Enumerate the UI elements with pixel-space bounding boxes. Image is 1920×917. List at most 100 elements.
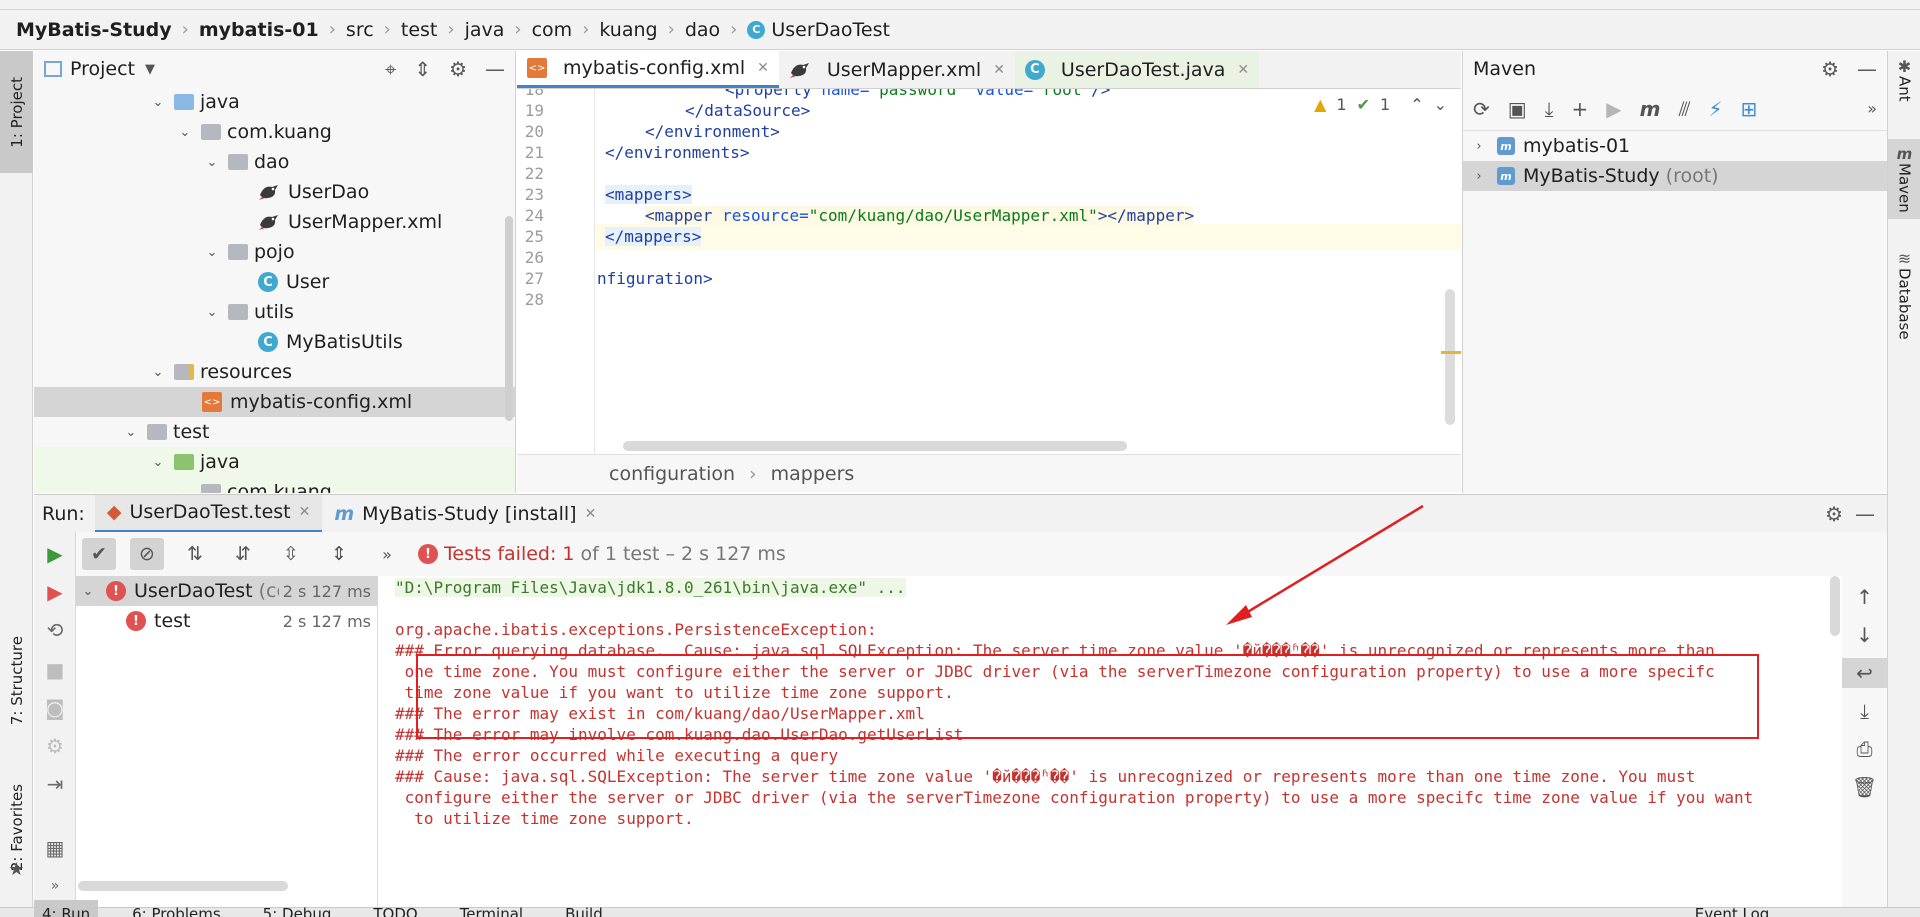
rerun-icon[interactable]: ▶ bbox=[34, 538, 76, 570]
expand-all-icon[interactable]: ⇳ bbox=[274, 538, 308, 570]
chevron-down-icon[interactable]: ⌄ bbox=[78, 584, 98, 599]
tree-item[interactable]: ⌄ java bbox=[34, 447, 515, 477]
tab-database[interactable]: ≋ Database bbox=[1888, 249, 1920, 340]
more-icon[interactable]: » bbox=[34, 870, 76, 902]
close-icon[interactable]: ✕ bbox=[585, 506, 597, 522]
tree-item[interactable]: UserDao bbox=[34, 177, 515, 207]
bottom-tab-problems[interactable]: 6: Problems bbox=[124, 900, 229, 917]
bottom-tab-event-log[interactable]: Event Log bbox=[1687, 900, 1778, 917]
code-editor[interactable]: 18 19 20 21 22 23 24 25 26 27 28 <proper… bbox=[517, 89, 1461, 454]
chevron-down-icon[interactable]: ⌄ bbox=[148, 455, 168, 470]
test-case-row[interactable]: ! test 2 s 127 ms bbox=[76, 606, 377, 636]
chevron-down-icon[interactable]: ⌄ bbox=[121, 425, 141, 440]
editor-crumb-mappers[interactable]: mappers bbox=[771, 463, 855, 485]
print-icon[interactable]: ⎙ bbox=[1842, 734, 1887, 764]
soft-wrap-icon[interactable]: ↩ bbox=[1842, 658, 1887, 688]
scroll-to-end-icon[interactable]: ⤓ bbox=[1842, 696, 1887, 726]
tree-item[interactable]: ⌄ dao bbox=[34, 147, 515, 177]
crumb-java[interactable]: java bbox=[465, 19, 505, 41]
show-dependencies-icon[interactable]: ⊞ bbox=[1740, 97, 1757, 121]
run-icon[interactable]: ▶ bbox=[1606, 97, 1621, 121]
stop-icon[interactable]: ■ bbox=[34, 654, 76, 686]
tree-item[interactable]: ⌄ pojo bbox=[34, 237, 515, 267]
locate-icon[interactable]: ⌖ bbox=[385, 57, 396, 81]
maven-project-item[interactable]: › m mybatis-01 bbox=[1463, 131, 1887, 161]
star-icon[interactable]: ★ bbox=[0, 856, 33, 882]
project-view-selector[interactable]: Project bbox=[70, 58, 135, 80]
chevron-down-icon[interactable]: ⌄ bbox=[148, 95, 168, 110]
console-output[interactable]: "D:\Program Files\Java\jdk1.8.0_261\bin\… bbox=[379, 576, 1842, 907]
tree-item[interactable]: ⌄ resources bbox=[34, 357, 515, 387]
gear-icon[interactable]: ⚙ bbox=[1821, 57, 1839, 81]
tab-user-mapper[interactable]: UserMapper.xml ✕ bbox=[779, 51, 1015, 88]
tab-project[interactable]: 1: Project bbox=[0, 51, 33, 173]
minimize-icon[interactable]: — bbox=[485, 57, 505, 81]
crumb-project[interactable]: MyBatis-Study bbox=[16, 19, 172, 41]
run-tab-user-dao-test[interactable]: ◆ UserDaoTest.test ✕ bbox=[94, 494, 323, 533]
tree-item[interactable]: ⌄ java bbox=[34, 87, 515, 117]
minimize-icon[interactable]: — bbox=[1855, 502, 1875, 526]
tree-item[interactable]: ⌄ utils bbox=[34, 297, 515, 327]
chevron-down-icon[interactable]: ⌄ bbox=[1434, 95, 1447, 114]
crumb-dao[interactable]: dao bbox=[685, 19, 720, 41]
chevron-down-icon[interactable]: ⌄ bbox=[202, 155, 222, 170]
arrow-down-icon[interactable]: ↓ bbox=[1842, 620, 1887, 650]
close-icon[interactable]: ✕ bbox=[993, 62, 1005, 78]
tree-item[interactable]: ⌄ com.kuang bbox=[34, 117, 515, 147]
add-icon[interactable]: + bbox=[1572, 97, 1589, 121]
generate-sources-icon[interactable]: ▣ bbox=[1508, 97, 1527, 121]
editor-crumb-configuration[interactable]: configuration bbox=[609, 463, 735, 485]
collapse-all-icon[interactable]: ⇕ bbox=[414, 57, 431, 81]
reload-icon[interactable]: ⟳ bbox=[1473, 97, 1490, 121]
chevron-down-icon[interactable]: ▼ bbox=[145, 62, 155, 77]
tab-user-dao-test[interactable]: C UserDaoTest.java ✕ bbox=[1014, 51, 1260, 88]
gear-icon[interactable]: ⚙ bbox=[449, 57, 467, 81]
skip-tests-icon[interactable]: ⚡ bbox=[1708, 97, 1722, 121]
tree-item[interactable]: ⌄ com.kuang bbox=[34, 477, 515, 493]
tree-item[interactable]: C User bbox=[34, 267, 515, 297]
console-scrollbar[interactable] bbox=[1830, 576, 1840, 636]
inspection-widget[interactable]: ▲ 1 ✔ 1 ⌃ ⌄ bbox=[1314, 95, 1447, 114]
chevron-up-icon[interactable]: ⌃ bbox=[1410, 95, 1423, 114]
chevron-down-icon[interactable]: ⌄ bbox=[148, 365, 168, 380]
show-passed-icon[interactable]: ✔ bbox=[82, 538, 116, 570]
run-tab-maven-install[interactable]: m MyBatis-Study [install] ✕ bbox=[322, 495, 608, 533]
crumb-module[interactable]: mybatis-01 bbox=[199, 19, 319, 41]
maven-project-item-selected[interactable]: › m MyBatis-Study (root) bbox=[1463, 161, 1887, 191]
crumb-class[interactable]: C UserDaoTest bbox=[747, 19, 890, 41]
bottom-tab-terminal[interactable]: Terminal bbox=[452, 900, 531, 917]
show-ignored-icon[interactable]: ⊘ bbox=[130, 538, 164, 570]
crumb-src[interactable]: src bbox=[346, 19, 374, 41]
collapse-all-icon[interactable]: ⇕ bbox=[322, 538, 356, 570]
chevron-right-icon[interactable]: › bbox=[1469, 139, 1489, 154]
tab-ant[interactable]: ✱ Ant bbox=[1888, 57, 1920, 102]
tab-maven[interactable]: m Maven bbox=[1888, 139, 1920, 219]
bottom-tab-debug[interactable]: 5: Debug bbox=[255, 900, 340, 917]
gear-icon[interactable]: ⚙ bbox=[1825, 502, 1843, 526]
execute-goal-icon[interactable]: m bbox=[1640, 97, 1661, 121]
more-icon[interactable]: » bbox=[1867, 99, 1877, 118]
tree-item-selected[interactable]: <> mybatis-config.xml bbox=[34, 387, 515, 417]
chevron-down-icon[interactable]: ⌄ bbox=[175, 485, 195, 494]
arrow-up-icon[interactable]: ↑ bbox=[1842, 582, 1887, 612]
editor-vertical-scrollbar[interactable] bbox=[1445, 289, 1455, 425]
bottom-tab-build[interactable]: Build bbox=[557, 900, 611, 917]
more-icon[interactable]: » bbox=[370, 538, 404, 570]
camera-icon[interactable]: ◙ bbox=[34, 692, 76, 724]
close-icon[interactable]: ✕ bbox=[299, 504, 311, 520]
trash-icon[interactable]: 🗑 bbox=[1842, 772, 1887, 802]
close-icon[interactable]: ✕ bbox=[757, 60, 769, 76]
tree-item[interactable]: UserMapper.xml bbox=[34, 207, 515, 237]
sort-alpha-icon[interactable]: ⇅ bbox=[178, 538, 212, 570]
crumb-test[interactable]: test bbox=[401, 19, 438, 41]
toggle-offline-icon[interactable]: ⫻ bbox=[1679, 97, 1691, 121]
close-icon[interactable]: ✕ bbox=[1237, 62, 1249, 78]
crumb-com[interactable]: com bbox=[532, 19, 573, 41]
bottom-tab-todo[interactable]: TODO bbox=[365, 900, 425, 917]
editor-horizontal-scrollbar[interactable] bbox=[623, 441, 1127, 451]
import-icon[interactable]: ⇥ bbox=[34, 768, 76, 800]
tree-item[interactable]: ⌄ test bbox=[34, 417, 515, 447]
chevron-down-icon[interactable]: ⌄ bbox=[175, 125, 195, 140]
sort-duration-icon[interactable]: ⇵ bbox=[226, 538, 260, 570]
warning-stripe-marker[interactable] bbox=[1441, 351, 1461, 354]
